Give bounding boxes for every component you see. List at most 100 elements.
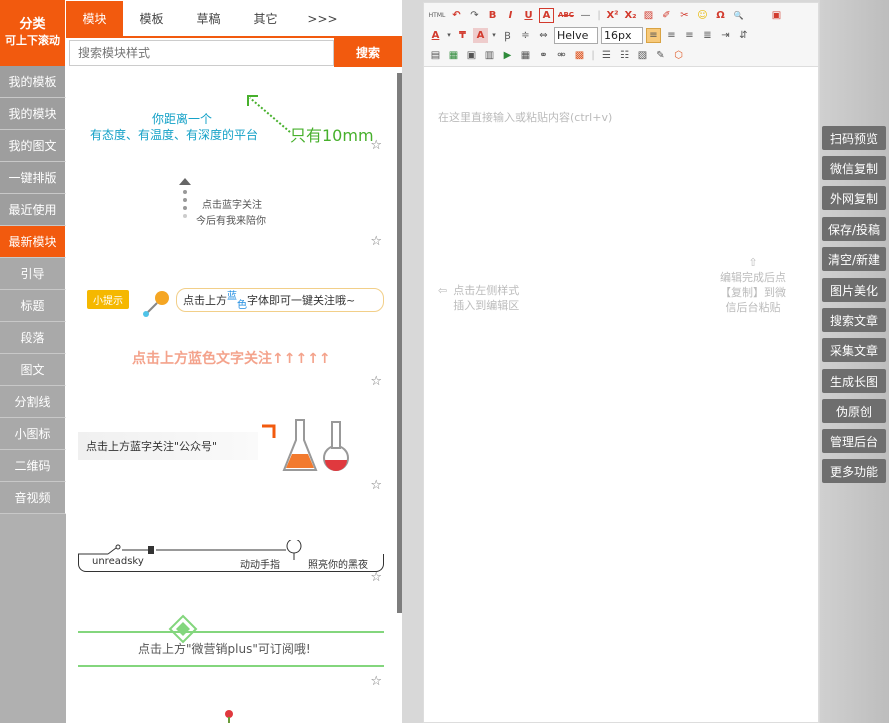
module-card[interactable]: 点击蓝字关注 今后有我来陪你 ☆ <box>72 170 390 250</box>
module-card[interactable]: 点击上方"微营销plus"可订阅哦! ☆ <box>72 614 390 690</box>
tab-more[interactable]: >>> <box>294 1 351 36</box>
image-beautify-button[interactable]: 图片美化 <box>822 278 886 302</box>
font-color-icon[interactable]: A <box>428 28 443 43</box>
special-char-icon[interactable]: Ω <box>713 8 728 23</box>
sidebar-item-my-articles[interactable]: 我的图文 <box>0 130 66 162</box>
fullscreen-icon[interactable]: ▣ <box>769 8 784 23</box>
html-source-icon[interactable]: HTML <box>428 8 446 23</box>
panel-scrollbar[interactable] <box>397 73 402 613</box>
scan-preview-button[interactable]: 扫码预览 <box>822 126 886 150</box>
sidebar-item-one-click-layout[interactable]: 一键排版 <box>0 162 66 194</box>
background-pattern-icon[interactable]: ▨ <box>641 8 656 23</box>
editor-placeholder[interactable]: 在这里直接输入或粘贴内容(ctrl+v) <box>438 109 612 125</box>
format-brush-icon[interactable]: ✂ <box>677 8 692 23</box>
generate-long-image-button[interactable]: 生成长图 <box>822 369 886 393</box>
tab-other[interactable]: 其它 <box>237 1 294 36</box>
superscript-icon[interactable]: X² <box>605 8 620 23</box>
wechat-copy-button[interactable]: 微信复制 <box>822 156 886 180</box>
search-icon[interactable]: 🔍 <box>731 8 746 23</box>
redo-icon[interactable]: ↷ <box>467 8 482 23</box>
sidebar-item-recent[interactable]: 最近使用 <box>0 194 66 226</box>
template-icon[interactable]: ▧ <box>635 48 650 63</box>
html5-icon[interactable]: ⬡ <box>671 48 686 63</box>
highlight-icon[interactable]: A <box>473 27 488 43</box>
picture-icon[interactable]: ▥ <box>482 48 497 63</box>
font-family-select[interactable]: Helve <box>554 26 598 44</box>
brush-icon[interactable]: ✎ <box>653 48 668 63</box>
sidebar-item-audio-video[interactable]: 音视频 <box>0 482 66 514</box>
text-background-icon[interactable]: ₸ <box>455 28 470 43</box>
underline-icon[interactable]: U <box>521 8 536 23</box>
link-icon[interactable]: ⚭ <box>536 48 551 63</box>
image-upload-icon[interactable]: ▦ <box>446 48 461 63</box>
search-button[interactable]: 搜索 <box>334 38 402 67</box>
font-style-icon[interactable]: Ꞵ <box>500 28 515 43</box>
strikethrough-icon[interactable]: ABC <box>557 8 575 23</box>
star-icon[interactable]: ☆ <box>370 374 382 389</box>
font-size-select[interactable]: 16px <box>601 26 643 44</box>
emoji-icon[interactable]: ☺ <box>695 8 710 23</box>
bold-icon[interactable]: B <box>485 8 500 23</box>
video-icon[interactable]: ▶ <box>500 48 515 63</box>
card-text: 点击上方蓝字关注"公众号" <box>78 432 258 460</box>
star-icon[interactable]: ☆ <box>370 478 382 493</box>
sidebar-item-divider[interactable]: 分割线 <box>0 386 66 418</box>
eraser-icon[interactable]: ✐ <box>659 8 674 23</box>
letter-spacing-icon[interactable]: ⇔ <box>536 28 551 43</box>
toolbar-row-2: A ▾ ₸ A ▾ Ꞵ ≑ ⇔ Helve 16px ≡ ≡ ≡ ≣ ⇥ ⇵ <box>428 25 751 45</box>
line-height-icon[interactable]: ≑ <box>518 28 533 43</box>
indent-icon[interactable]: ⇥ <box>718 28 733 43</box>
tab-drafts[interactable]: 草稿 <box>180 1 237 36</box>
sidebar-item-my-modules[interactable]: 我的模块 <box>0 98 66 130</box>
unordered-list-icon[interactable]: ☷ <box>617 48 632 63</box>
ordered-list-icon[interactable]: ☰ <box>599 48 614 63</box>
sidebar-item-newest[interactable]: 最新模块 <box>0 226 66 258</box>
align-center-icon[interactable]: ≡ <box>664 28 679 43</box>
more-features-button[interactable]: 更多功能 <box>822 459 886 483</box>
sidebar-item-qrcode[interactable]: 二维码 <box>0 450 66 482</box>
star-icon[interactable]: ☆ <box>370 234 382 249</box>
module-card[interactable]: unreadsky 动动手指 照亮你的黑夜 ☆ <box>72 524 390 588</box>
star-icon[interactable]: ☆ <box>370 138 382 153</box>
arrow-left-icon: ⇦ <box>438 284 448 297</box>
unlink-icon[interactable]: ⚮ <box>554 48 569 63</box>
sidebar-item-small-icon[interactable]: 小图标 <box>0 418 66 450</box>
clear-new-button[interactable]: 清空/新建 <box>822 247 886 271</box>
align-left-icon[interactable]: ≡ <box>646 27 661 43</box>
horizontal-rule-icon[interactable]: — <box>578 8 593 23</box>
sidebar-item-paragraph[interactable]: 段落 <box>0 322 66 354</box>
tip-badge: 小提示 <box>87 290 129 309</box>
font-border-icon[interactable]: A <box>539 7 554 23</box>
tab-templates[interactable]: 模板 <box>123 1 180 36</box>
chevron-down-icon[interactable]: ▾ <box>446 28 452 43</box>
module-card[interactable]: 点击上方蓝字关注"公众号" ☆ <box>72 414 390 494</box>
pseudo-original-button[interactable]: 伪原创 <box>822 399 886 423</box>
search-article-button[interactable]: 搜索文章 <box>822 308 886 332</box>
sidebar-item-my-templates[interactable]: 我的模板 <box>0 66 66 98</box>
undo-icon[interactable]: ↶ <box>449 8 464 23</box>
star-icon[interactable]: ☆ <box>370 570 382 585</box>
admin-backend-button[interactable]: 管理后台 <box>822 429 886 453</box>
sidebar-item-guide[interactable]: 引导 <box>0 258 66 290</box>
gallery-icon[interactable]: ▣ <box>464 48 479 63</box>
external-copy-button[interactable]: 外网复制 <box>822 186 886 210</box>
module-card[interactable]: 你距离一个 有态度、有温度、有深度的平台 只有10mm ☆ <box>72 82 390 154</box>
sidebar-item-title[interactable]: 标题 <box>0 290 66 322</box>
subscript-icon[interactable]: X₂ <box>623 8 638 23</box>
italic-icon[interactable]: I <box>503 8 518 23</box>
image-icon[interactable]: ▤ <box>428 48 443 63</box>
collect-article-button[interactable]: 采集文章 <box>822 338 886 362</box>
module-panel: 模块 模板 草稿 其它 >>> 搜索 你距离一个 有态度、有温度、有深度的平台 … <box>66 0 402 723</box>
module-card[interactable]: 小提示 点击上方蓝色字体即可一键关注哦~ 点击上方蓝色文字关注↑↑↑↑↑ ☆ <box>72 276 390 390</box>
tab-modules[interactable]: 模块 <box>66 1 123 36</box>
sidebar-item-image-text[interactable]: 图文 <box>0 354 66 386</box>
map-icon[interactable]: ▩ <box>572 48 587 63</box>
align-right-icon[interactable]: ≡ <box>682 28 697 43</box>
table-icon[interactable]: ▦ <box>518 48 533 63</box>
paragraph-spacing-icon[interactable]: ⇵ <box>736 28 751 43</box>
save-submit-button[interactable]: 保存/投稿 <box>822 217 886 241</box>
star-icon[interactable]: ☆ <box>370 674 382 689</box>
chevron-down-icon[interactable]: ▾ <box>491 28 497 43</box>
align-justify-icon[interactable]: ≣ <box>700 28 715 43</box>
search-input[interactable] <box>69 40 334 66</box>
